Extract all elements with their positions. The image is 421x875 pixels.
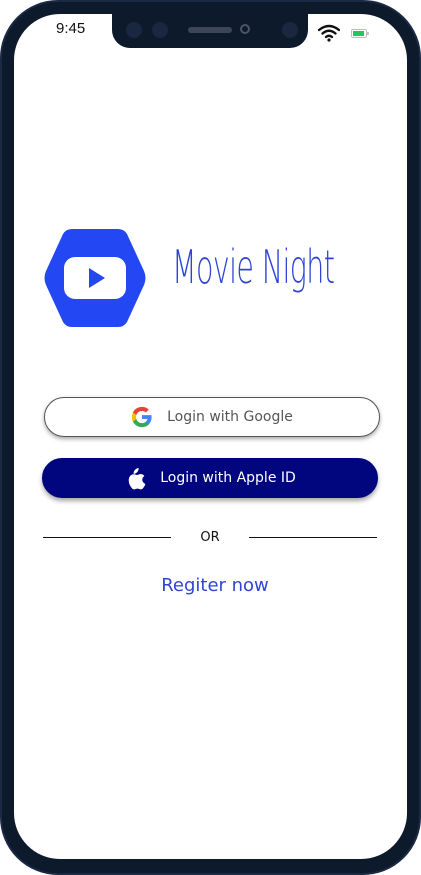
google-icon (131, 406, 153, 428)
front-camera (240, 24, 250, 34)
battery-level (353, 31, 364, 36)
apple-button-label: Login with Apple ID (160, 470, 296, 486)
or-divider-text: OR (200, 530, 220, 545)
app-name: Movie Night (172, 240, 335, 294)
status-time: 9:45 (56, 20, 86, 37)
sensor-dot (282, 22, 298, 38)
login-with-apple-button[interactable]: Login with Apple ID (42, 458, 378, 498)
wifi-icon (318, 24, 340, 42)
google-button-label: Login with Google (167, 409, 293, 425)
battery-tip (367, 32, 369, 35)
earpiece-speaker (188, 27, 232, 33)
device-notch (112, 14, 308, 48)
apple-icon (124, 467, 146, 490)
divider-line (249, 537, 377, 538)
sensor-dot (152, 22, 168, 38)
sensor-dot (126, 22, 142, 38)
register-now-link[interactable]: Regiter now (110, 575, 320, 596)
play-hexagon-icon (44, 229, 146, 327)
divider-line (43, 537, 171, 538)
login-with-google-button[interactable]: Login with Google (44, 397, 380, 437)
battery-icon (351, 29, 369, 38)
